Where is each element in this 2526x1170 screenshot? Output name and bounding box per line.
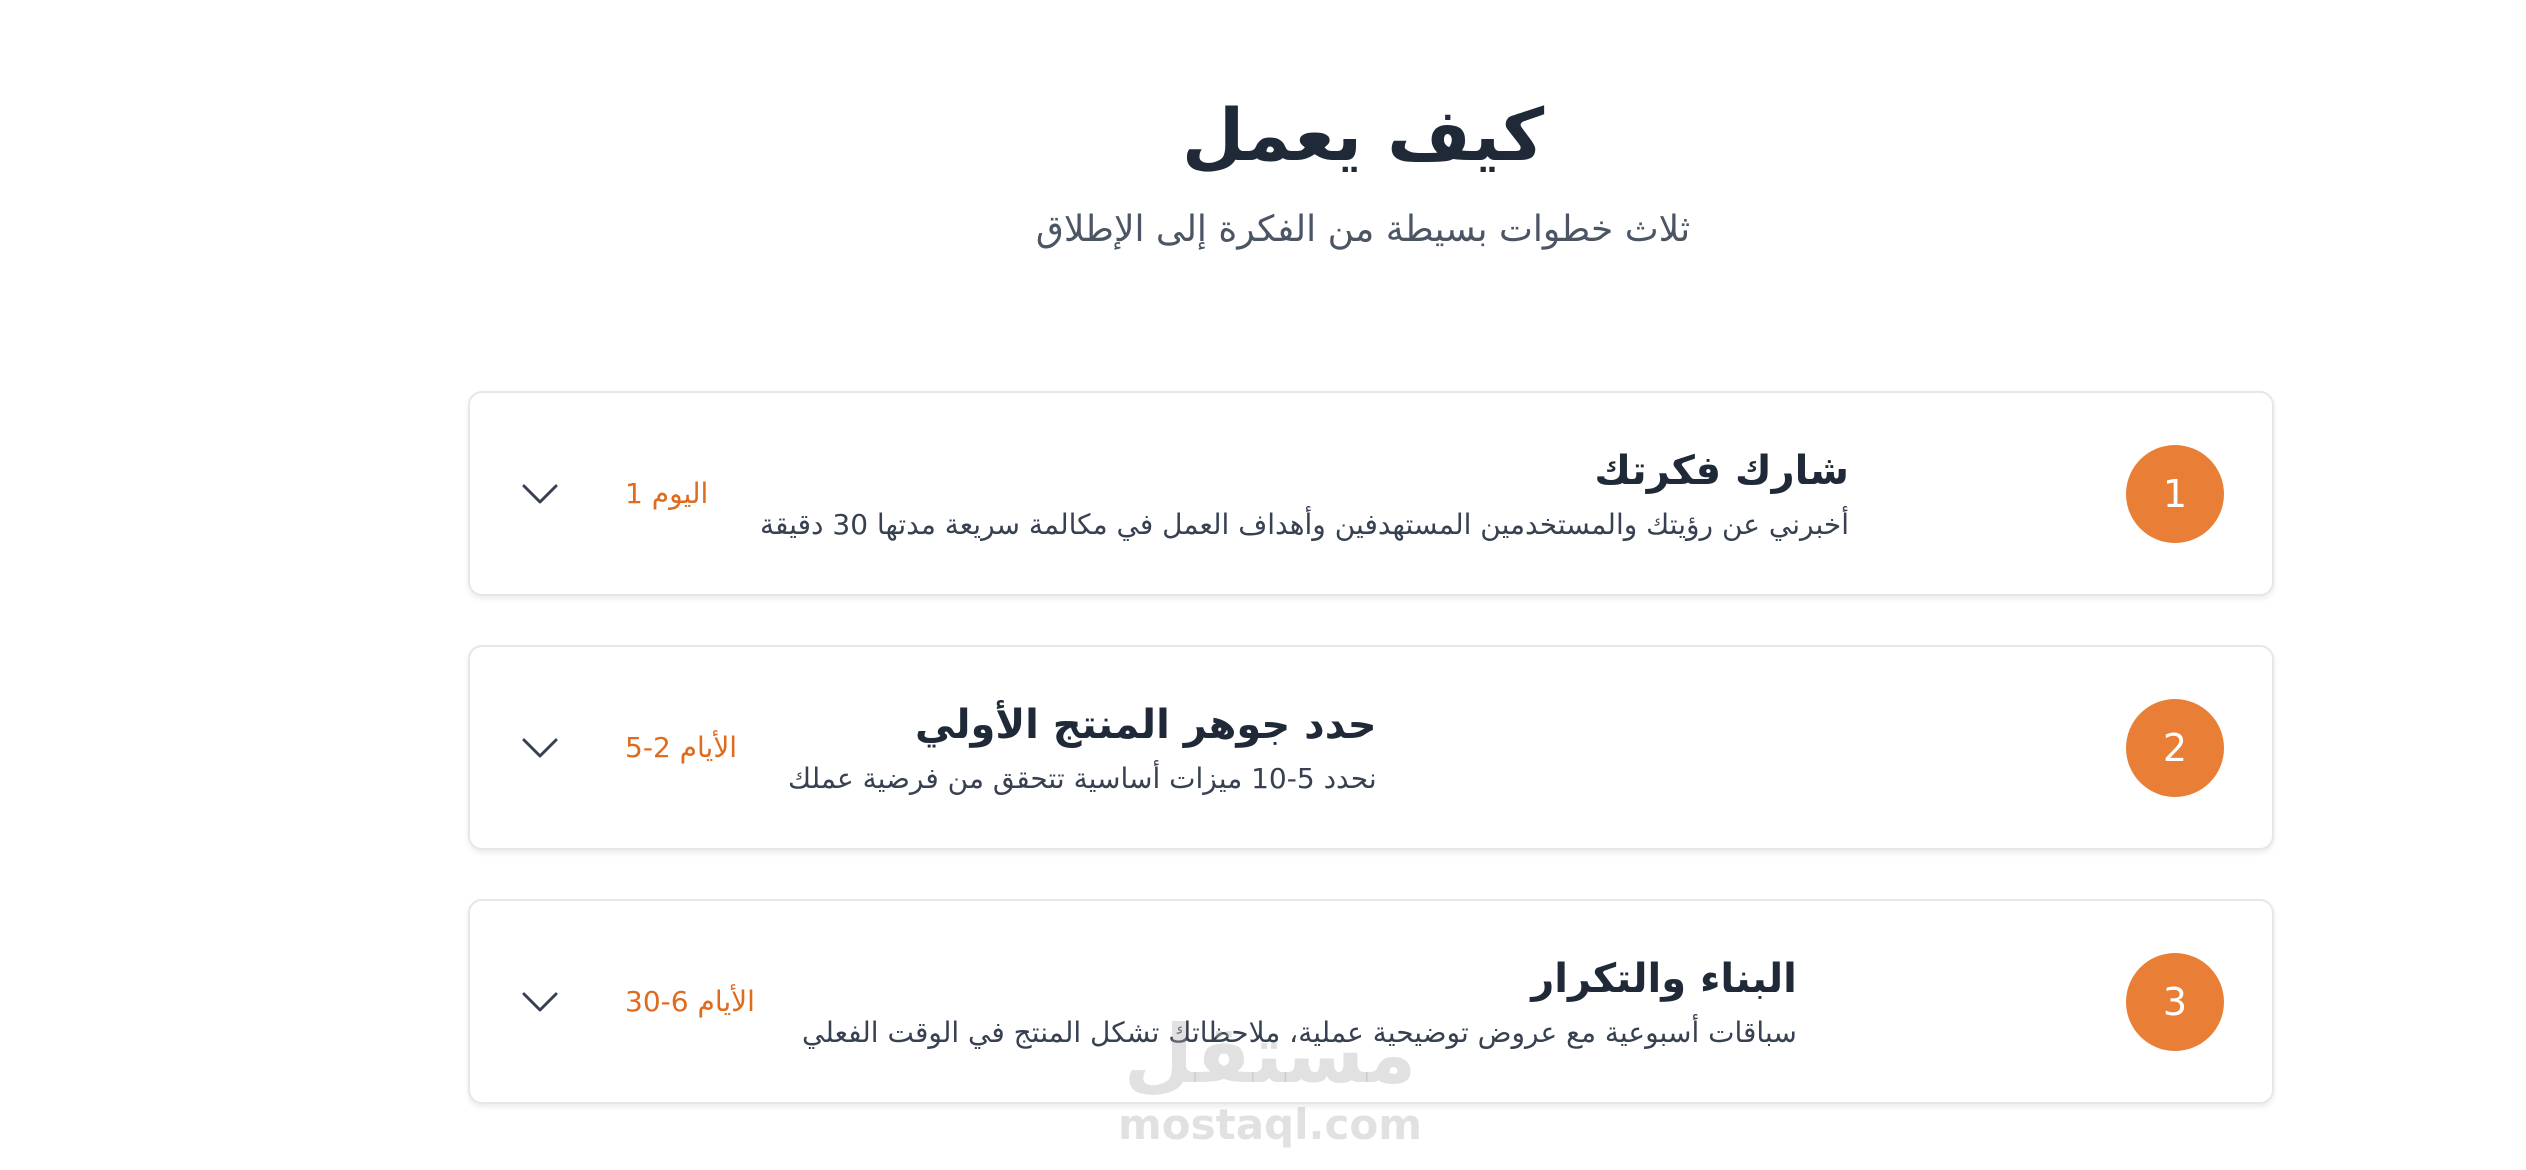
chevron-down-icon[interactable]: [518, 726, 562, 770]
step-card-2[interactable]: 2 حدد جوهر المنتج الأولي نحدد 5-10 ميزات…: [468, 645, 2274, 850]
chevron-down-icon[interactable]: [518, 472, 562, 516]
page-subtitle: ثلاث خطوات بسيطة من الفكرة إلى الإطلاق: [1035, 209, 1691, 250]
step-title: البناء والتكرار: [1531, 955, 1797, 1002]
step-card-1[interactable]: 1 شارك فكرتك أخبرني عن رؤيتك والمستخدمين…: [468, 391, 2274, 596]
step-timeframe: الأيام 6-30: [625, 984, 755, 1018]
how-it-works-page: كيف يعمل ثلاث خطوات بسيطة من الفكرة إلى …: [0, 0, 2526, 1170]
step-card-3[interactable]: 3 البناء والتكرار سباقات أسبوعية مع عروض…: [468, 899, 2274, 1104]
step-description: أخبرني عن رؤيتك والمستخدمين المستهدفين و…: [760, 507, 1849, 541]
step-timeframe: الأيام 2-5: [625, 730, 738, 764]
step-description: نحدد 5-10 ميزات أساسية تتحقق من فرضية عم…: [788, 761, 1377, 795]
step-content: شارك فكرتك أخبرني عن رؤيتك والمستخدمين ا…: [760, 443, 1849, 545]
step-content: حدد جوهر المنتج الأولي نحدد 5-10 ميزات أ…: [788, 697, 1377, 799]
steps-list: 1 شارك فكرتك أخبرني عن رؤيتك والمستخدمين…: [468, 391, 2274, 1153]
step-content: البناء والتكرار سباقات أسبوعية مع عروض ت…: [802, 951, 1797, 1053]
chevron-down-icon[interactable]: [518, 980, 562, 1024]
step-timeframe: اليوم 1: [625, 476, 709, 510]
step-number-badge: 1: [2126, 444, 2224, 543]
step-title: شارك فكرتك: [1594, 447, 1849, 494]
page-title: كيف يعمل: [1181, 93, 1545, 177]
step-number-badge: 3: [2126, 952, 2224, 1051]
step-description: سباقات أسبوعية مع عروض توضيحية عملية، مل…: [802, 1015, 1797, 1049]
step-title: حدد جوهر المنتج الأولي: [914, 701, 1377, 748]
step-number-badge: 2: [2126, 698, 2224, 797]
